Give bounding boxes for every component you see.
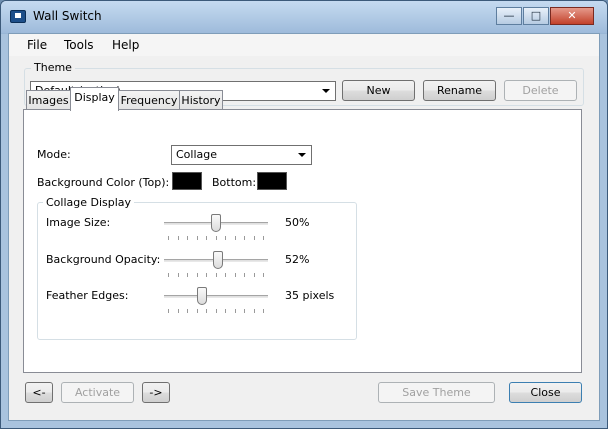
window-title: Wall Switch: [33, 9, 102, 23]
delete-theme-button[interactable]: Delete: [504, 80, 577, 101]
menu-help[interactable]: Help: [112, 38, 139, 52]
close-button[interactable]: Close: [509, 382, 582, 403]
close-window-button[interactable]: ✕: [550, 7, 594, 25]
tab-frequency[interactable]: Frequency: [118, 90, 180, 110]
maximize-button[interactable]: □: [523, 7, 549, 25]
menu-file[interactable]: File: [27, 38, 47, 52]
background-opacity-value: 52%: [285, 253, 310, 266]
tab-history[interactable]: History: [179, 90, 223, 110]
display-tab-panel: Mode: Collage Background Color (Top): Bo…: [23, 109, 582, 373]
slider-ticks: [168, 309, 264, 313]
collage-group-label: Collage Display: [43, 196, 135, 209]
app-window: Wall Switch — □ ✕ File Tools Help Theme …: [0, 0, 608, 429]
slider-thumb[interactable]: [213, 251, 223, 269]
app-monitor-icon: [10, 10, 26, 23]
image-size-value: 50%: [285, 216, 310, 229]
bg-bottom-label: Bottom:: [212, 176, 257, 189]
slider-thumb[interactable]: [211, 214, 221, 232]
next-button[interactable]: ->: [142, 382, 170, 403]
mode-label: Mode:: [37, 148, 71, 161]
background-opacity-label: Background Opacity:: [46, 253, 161, 266]
bg-top-label: Background Color (Top):: [37, 176, 170, 189]
new-theme-button[interactable]: New: [342, 80, 415, 101]
background-opacity-slider[interactable]: [164, 251, 268, 281]
slider-thumb[interactable]: [197, 287, 207, 305]
feather-edges-label: Feather Edges:: [46, 289, 129, 302]
feather-edges-slider[interactable]: [164, 287, 268, 317]
feather-edges-value: 35 pixels: [285, 289, 335, 302]
chevron-down-icon: [298, 153, 306, 157]
bg-bottom-color-swatch[interactable]: [257, 172, 287, 190]
mode-select[interactable]: Collage: [171, 145, 312, 165]
save-theme-button[interactable]: Save Theme: [378, 382, 495, 403]
image-size-label: Image Size:: [46, 216, 111, 229]
mode-select-value: Collage: [176, 148, 218, 161]
tab-display[interactable]: Display: [70, 87, 119, 111]
title-bar[interactable]: Wall Switch — □ ✕: [1, 1, 607, 33]
chevron-down-icon: [322, 89, 330, 93]
menu-bar: File Tools Help: [9, 34, 599, 56]
menu-tools[interactable]: Tools: [64, 38, 94, 52]
activate-button[interactable]: Activate: [61, 382, 134, 403]
minimize-button[interactable]: —: [496, 7, 522, 25]
slider-ticks: [168, 236, 264, 240]
previous-button[interactable]: <-: [25, 382, 53, 403]
image-size-slider[interactable]: [164, 214, 268, 244]
theme-group-label: Theme: [31, 61, 75, 74]
rename-theme-button[interactable]: Rename: [423, 80, 496, 101]
slider-track: [164, 295, 268, 298]
slider-ticks: [168, 273, 264, 277]
tab-images[interactable]: Images: [26, 90, 71, 110]
bg-top-color-swatch[interactable]: [172, 172, 202, 190]
